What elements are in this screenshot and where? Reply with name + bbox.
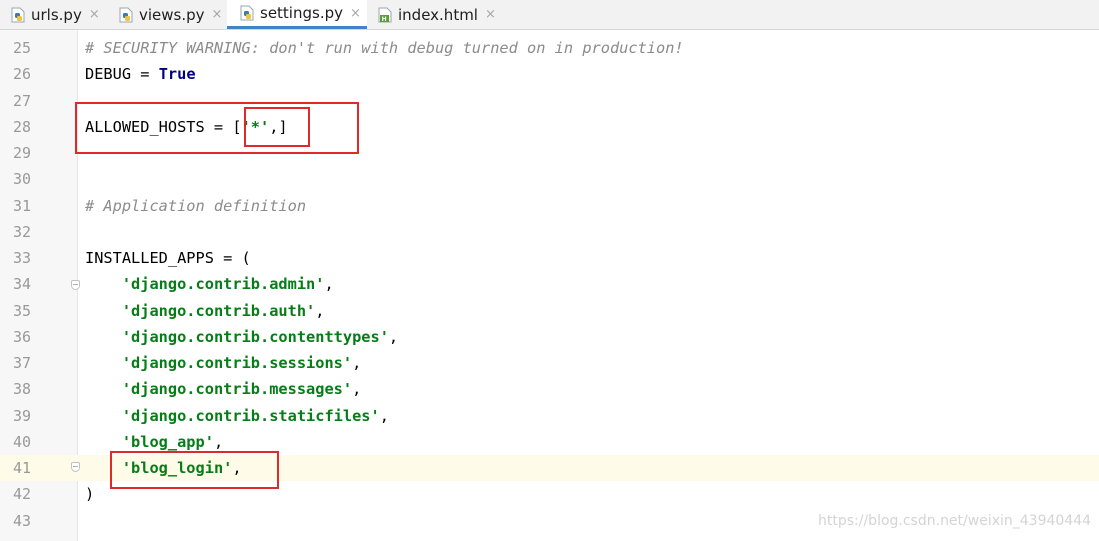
code-line[interactable]: 35 'django.contrib.auth', — [0, 298, 1099, 324]
tab-label: index.html — [398, 5, 478, 24]
string-token: 'django.contrib.auth' — [121, 302, 316, 320]
string-token: 'blog_app' — [121, 433, 214, 451]
code-text: DEBUG = True — [85, 65, 196, 83]
code-token: , — [315, 302, 325, 320]
code-line[interactable]: 25 # SECURITY WARNING: don't run with deb… — [0, 35, 1099, 61]
code-text: INSTALLED_APPS = ( — [85, 249, 251, 267]
code-token: INSTALLED_APPS = ( — [85, 249, 251, 267]
html-file-icon: H — [378, 7, 392, 23]
line-number: 43 — [12, 512, 31, 530]
line-number: 39 — [12, 407, 31, 425]
keyword-token: True — [158, 65, 196, 83]
code-line[interactable]: 37 'django.contrib.sessions', — [0, 350, 1099, 376]
code-line[interactable]: 32 — [0, 219, 1099, 245]
string-token: 'django.contrib.messages' — [121, 380, 353, 398]
python-file-icon — [11, 7, 25, 22]
code-token: DEBUG = — [85, 65, 159, 83]
code-text: 'django.contrib.staticfiles', — [85, 407, 389, 425]
code-token: , — [352, 380, 362, 398]
highlight-box-allowed-hosts-line — [75, 102, 359, 154]
code-token: ) — [85, 485, 95, 503]
code-token: , — [379, 407, 389, 425]
string-token: 'django.contrib.sessions' — [121, 354, 353, 372]
code-line[interactable]: 33 INSTALLED_APPS = ( — [0, 245, 1099, 271]
string-token: 'django.contrib.staticfiles' — [121, 407, 380, 425]
code-text: 'django.contrib.admin', — [85, 275, 334, 293]
code-text: 'blog_app', — [85, 433, 223, 451]
line-number: 41 — [12, 459, 31, 477]
watermark: https://blog.csdn.net/weixin_43940444 — [818, 513, 1092, 529]
code-line[interactable]: 39 'django.contrib.staticfiles', — [0, 403, 1099, 429]
code-token: , — [324, 275, 334, 293]
close-icon[interactable]: × — [350, 6, 361, 21]
tab-urls-py[interactable]: urls.py × — [0, 0, 104, 29]
tab-label: settings.py — [260, 4, 343, 22]
line-number: 31 — [12, 197, 31, 215]
code-token: , — [352, 354, 362, 372]
tab-views-py[interactable]: views.py × — [104, 0, 227, 29]
line-number: 40 — [12, 433, 31, 451]
code-text: # SECURITY WARNING: don't run with debug… — [85, 39, 684, 57]
line-number: 27 — [12, 92, 31, 110]
line-number: 36 — [12, 328, 31, 346]
code-text: 'django.contrib.sessions', — [85, 354, 361, 372]
fold-marker-icon[interactable] — [71, 280, 80, 290]
line-number: 28 — [12, 118, 31, 136]
code-line[interactable]: 38 'django.contrib.messages', — [0, 376, 1099, 402]
highlight-box-allowed-hosts-value — [244, 107, 310, 147]
tab-settings-py[interactable]: settings.py × — [227, 0, 367, 29]
python-file-icon — [240, 5, 254, 21]
close-icon[interactable]: × — [212, 7, 223, 22]
line-number: 26 — [12, 65, 31, 83]
close-icon[interactable]: × — [89, 7, 100, 22]
code-line[interactable]: 26 DEBUG = True — [0, 61, 1099, 87]
tab-index-html[interactable]: H index.html × — [367, 0, 503, 29]
code-token: , — [213, 433, 224, 451]
line-number: 30 — [12, 170, 31, 188]
svg-text:H: H — [382, 16, 387, 23]
line-number: 25 — [12, 39, 31, 57]
line-number: 42 — [12, 485, 31, 503]
code-text: # Application definition — [85, 197, 306, 215]
code-text: 'django.contrib.contenttypes', — [85, 328, 398, 346]
code-text: 'django.contrib.auth', — [85, 302, 325, 320]
tab-label: urls.py — [31, 5, 82, 24]
code-text: 'django.contrib.messages', — [85, 380, 361, 398]
fold-marker-icon[interactable] — [71, 462, 80, 472]
code-line[interactable]: 31 # Application definition — [0, 193, 1099, 219]
line-number: 35 — [12, 302, 31, 320]
close-icon[interactable]: × — [485, 7, 496, 22]
code-line[interactable]: 34 'django.contrib.admin', — [0, 271, 1099, 297]
line-number: 37 — [12, 354, 31, 372]
code-line[interactable]: 36 'django.contrib.contenttypes', — [0, 324, 1099, 350]
line-number: 33 — [12, 249, 31, 267]
code-text: ) — [85, 485, 94, 503]
tab-label: views.py — [139, 5, 205, 24]
python-file-icon — [119, 7, 133, 22]
string-token: 'django.contrib.contenttypes' — [121, 328, 389, 346]
highlight-box-blog-login — [110, 451, 279, 489]
comment-token: # Application definition — [85, 197, 307, 215]
editor-tab-bar: urls.py × views.py × settings.py × H ind… — [0, 0, 1099, 30]
code-token: , — [388, 328, 399, 346]
line-number: 38 — [12, 380, 31, 398]
string-token: 'django.contrib.admin' — [121, 275, 325, 293]
comment-token: # SECURITY WARNING: don't run with debug… — [85, 39, 684, 57]
line-number: 34 — [12, 275, 31, 293]
line-number: 32 — [12, 223, 31, 241]
code-line[interactable]: 30 — [0, 166, 1099, 192]
line-number: 29 — [12, 144, 31, 162]
